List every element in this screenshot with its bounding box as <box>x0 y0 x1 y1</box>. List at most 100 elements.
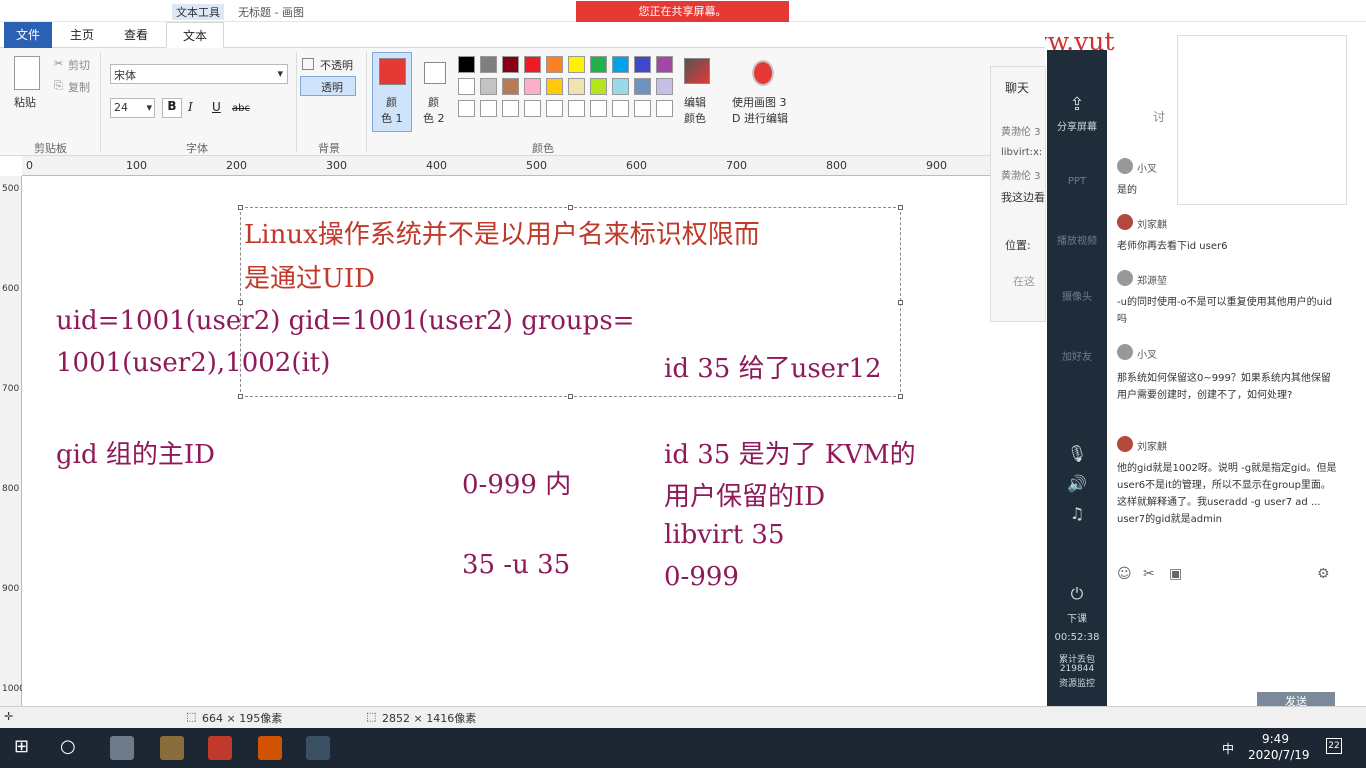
share-screen-button[interactable]: 分享屏幕 <box>1047 118 1107 133</box>
palette-swatch[interactable] <box>458 78 475 95</box>
notification-badge[interactable]: 22 <box>1326 738 1342 754</box>
color1-label-2: 色 1 <box>381 112 403 125</box>
palette-swatch-empty[interactable] <box>502 100 519 117</box>
paste-button[interactable]: 粘贴 <box>14 94 36 110</box>
palette-swatch-empty[interactable] <box>546 100 563 117</box>
resize-handle[interactable] <box>238 300 243 305</box>
packet-loss-value: 219844 <box>1059 664 1095 674</box>
music-icon[interactable]: ♫ <box>1047 504 1107 523</box>
palette-swatch-empty[interactable] <box>634 100 651 117</box>
font-family-value: 宋体 <box>114 69 136 82</box>
edit-colors-button[interactable]: 编辑 <box>684 94 706 110</box>
cut-button[interactable]: 剪切 <box>68 57 90 73</box>
app-icon[interactable] <box>258 736 282 760</box>
palette-swatch[interactable] <box>612 56 629 73</box>
palette-swatch[interactable] <box>568 56 585 73</box>
resize-handle[interactable] <box>568 394 573 399</box>
title-tool-label: 文本工具 <box>172 4 224 20</box>
tab-file[interactable]: 文件 <box>4 22 52 48</box>
underline-button[interactable]: U <box>212 100 221 114</box>
avatar <box>1117 158 1133 174</box>
end-class-button[interactable]: 下课 <box>1047 610 1107 625</box>
palette-swatch[interactable] <box>656 56 673 73</box>
clock-date[interactable]: 2020/7/19 <box>1248 748 1310 762</box>
strikethrough-button[interactable]: abc <box>232 103 250 114</box>
palette-swatch[interactable] <box>458 56 475 73</box>
palette-swatch[interactable] <box>568 78 585 95</box>
opaque-icon <box>302 58 314 70</box>
palette-swatch[interactable] <box>634 56 651 73</box>
palette-swatch[interactable] <box>524 78 541 95</box>
palette-swatch-empty[interactable] <box>524 100 541 117</box>
palette-swatch-empty[interactable] <box>590 100 607 117</box>
resource-monitor-label[interactable]: 资源监控 <box>1047 676 1107 689</box>
resize-handle[interactable] <box>898 300 903 305</box>
palette-swatch[interactable] <box>502 56 519 73</box>
palette-swatch[interactable] <box>524 56 541 73</box>
canvas-text-line7: id 35 是为了 KVM的 <box>664 440 916 470</box>
ppt-button[interactable]: PPT <box>1047 176 1107 187</box>
bold-button[interactable]: B <box>162 98 182 118</box>
resize-handle[interactable] <box>238 205 243 210</box>
resize-handle[interactable] <box>898 205 903 210</box>
chat-input-hint[interactable]: 在这 <box>1013 273 1035 289</box>
powerpoint-icon[interactable] <box>208 736 232 760</box>
scissors-icon[interactable]: ✂ <box>1143 566 1155 582</box>
palette-swatch[interactable] <box>656 78 673 95</box>
font-size-select[interactable]: 24 ▾ <box>110 98 155 118</box>
message-text: 老师你再去看下id user6 <box>1117 241 1228 252</box>
italic-button[interactable]: I <box>188 100 193 114</box>
tab-discussion[interactable]: 讨 <box>1153 108 1165 125</box>
microphone-icon[interactable]: 🎙 <box>1047 444 1107 463</box>
resize-handle[interactable] <box>898 394 903 399</box>
paste-icon[interactable] <box>14 56 40 90</box>
paint-icon[interactable] <box>306 736 330 760</box>
play-video-button[interactable]: 播放视频 <box>1047 232 1107 247</box>
windows-start-icon[interactable]: ⊞ <box>14 736 38 760</box>
palette-swatch-empty[interactable] <box>568 100 585 117</box>
palette-swatch-empty[interactable] <box>656 100 673 117</box>
resize-handle[interactable] <box>238 394 243 399</box>
color2-swatch[interactable] <box>424 62 446 84</box>
app-icon[interactable] <box>110 736 134 760</box>
paint3d-button[interactable]: 使用画图 3 <box>732 94 787 110</box>
gear-icon[interactable]: ⚙ <box>1317 566 1330 582</box>
palette-swatch[interactable] <box>612 78 629 95</box>
chat-panel: 聊天 黄渤伦 3 libvirt:x: 黄渤伦 3 我这边看 位置: 在这 <box>990 66 1046 322</box>
speaker-icon[interactable]: 🔊 <box>1047 474 1107 493</box>
add-friend-button[interactable]: 加好友 <box>1047 348 1107 363</box>
elapsed-time: 00:52:38 <box>1054 632 1100 643</box>
palette-swatch[interactable] <box>546 56 563 73</box>
emoji-icon[interactable]: ☺ <box>1117 566 1132 582</box>
palette-swatch-empty[interactable] <box>612 100 629 117</box>
image-icon[interactable]: ▣ <box>1169 566 1182 582</box>
clock-time[interactable]: 9:49 <box>1262 732 1289 746</box>
tab-view[interactable]: 查看 <box>114 22 158 48</box>
ruler-tick-label: 400 <box>426 159 447 172</box>
app-icon[interactable] <box>160 736 184 760</box>
tab-home[interactable]: 主页 <box>60 22 104 48</box>
ime-indicator[interactable]: 中 <box>1222 740 1234 757</box>
palette-swatch[interactable] <box>480 56 497 73</box>
palette-swatch[interactable] <box>502 78 519 95</box>
transparent-option[interactable]: 透明 <box>300 76 356 96</box>
tab-text[interactable]: 文本 <box>166 22 224 48</box>
palette-swatch-empty[interactable] <box>458 100 475 117</box>
camera-button[interactable]: 摄像头 <box>1047 288 1107 303</box>
canvas-text-line2: 是通过UID <box>244 264 376 294</box>
resize-handle[interactable] <box>568 205 573 210</box>
palette-swatch[interactable] <box>590 78 607 95</box>
opaque-option[interactable]: 不透明 <box>320 57 353 73</box>
palette-swatch[interactable] <box>480 78 497 95</box>
copy-button[interactable]: 复制 <box>68 79 90 95</box>
scissors-icon: ✂ <box>54 57 64 70</box>
palette-swatch[interactable] <box>590 56 607 73</box>
font-family-select[interactable]: 宋体 ▾ <box>110 64 288 84</box>
palette-swatch-empty[interactable] <box>480 100 497 117</box>
palette-swatch[interactable] <box>546 78 563 95</box>
search-icon[interactable]: ○ <box>60 736 84 760</box>
palette-swatch[interactable] <box>634 78 651 95</box>
ribbon: 粘贴 ✂ 剪切 ⎘ 复制 剪贴板 宋体 ▾ 24 ▾ B I U abc 字体 … <box>0 48 1045 156</box>
taskbar: ⊞ ○ 中 9:49 2020/7/19 22 <box>0 728 1366 768</box>
ruler-tick-label: 600 <box>2 284 20 294</box>
